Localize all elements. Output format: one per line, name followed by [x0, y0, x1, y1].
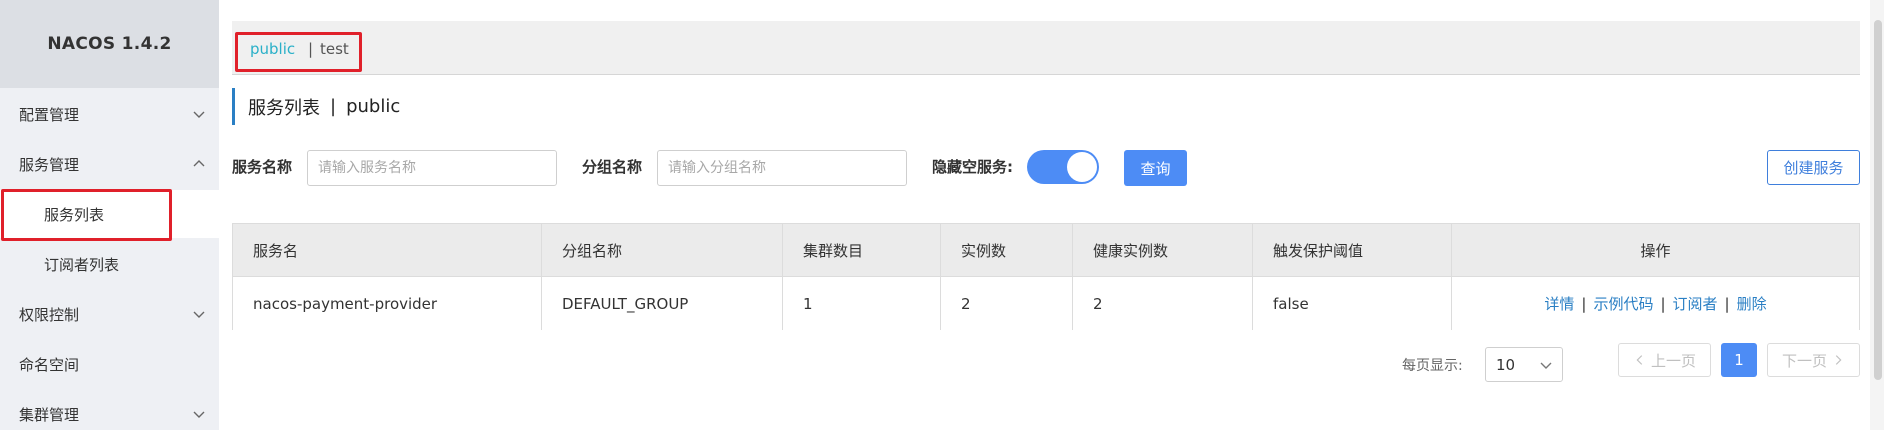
page-title: 服务列表 | public	[232, 88, 400, 125]
group-name-input[interactable]	[657, 150, 907, 186]
column-header: 触发保护阈值	[1253, 224, 1452, 276]
sidebar-item-service[interactable]: 服务管理	[0, 140, 219, 188]
column-header: 服务名	[233, 224, 542, 276]
page-title-text: 服务列表	[248, 97, 320, 119]
page-title-separator: |	[330, 96, 337, 117]
table-row: nacos-payment-provider DEFAULT_GROUP 1 2…	[233, 277, 1859, 330]
namespace-bar	[232, 21, 1860, 75]
sidebar-item-label: 订阅者列表	[44, 255, 120, 274]
group-name-label: 分组名称	[582, 158, 643, 176]
hide-empty-label: 隐藏空服务:	[932, 158, 1013, 176]
cell-service-name: nacos-payment-provider	[233, 277, 542, 330]
sidebar-item-subscriber-list[interactable]: 订阅者列表	[0, 240, 219, 288]
action-separator: |	[1581, 294, 1587, 313]
sidebar-item-namespace[interactable]: 命名空间	[0, 340, 219, 388]
cell-cluster-count: 1	[783, 277, 941, 330]
sidebar-item-label: 服务管理	[19, 155, 80, 174]
page-title-namespace: public	[346, 96, 401, 117]
prev-page-label: 上一页	[1650, 351, 1696, 370]
sidebar-item-label: 集群管理	[19, 405, 80, 424]
cell-healthy-count: 2	[1073, 277, 1253, 330]
cell-protect-threshold: false	[1253, 277, 1452, 330]
subscriber-link[interactable]: 订阅者	[1673, 293, 1718, 314]
cell-group-name: DEFAULT_GROUP	[542, 277, 783, 330]
page-size-value: 10	[1496, 355, 1516, 374]
chevron-down-icon	[1540, 362, 1552, 369]
chevron-left-icon	[1636, 355, 1643, 365]
sidebar-item-label: 配置管理	[19, 105, 80, 124]
sidebar-item-label: 权限控制	[19, 305, 80, 324]
column-header: 健康实例数	[1073, 224, 1253, 276]
sidebar-item-auth[interactable]: 权限控制	[0, 290, 219, 338]
column-header: 集群数目	[783, 224, 941, 276]
sidebar-item-cluster[interactable]: 集群管理	[0, 390, 219, 430]
prev-page-button[interactable]: 上一页	[1618, 343, 1711, 377]
chevron-down-icon	[193, 411, 205, 418]
highlight-box-service-list	[1, 189, 172, 241]
hide-empty-toggle[interactable]	[1027, 150, 1099, 184]
service-name-label: 服务名称	[232, 158, 293, 176]
page-size-select[interactable]: 10	[1485, 347, 1563, 382]
delete-link[interactable]: 删除	[1737, 293, 1767, 314]
action-separator: |	[1724, 294, 1730, 313]
sidebar-item-config[interactable]: 配置管理	[0, 90, 219, 138]
toggle-knob	[1067, 152, 1097, 182]
cell-actions: 详情 | 示例代码 | 订阅者 | 删除	[1452, 277, 1859, 330]
next-page-label: 下一页	[1781, 351, 1827, 370]
column-header: 实例数	[941, 224, 1073, 276]
column-header: 分组名称	[542, 224, 783, 276]
brand: NACOS 1.4.2	[0, 0, 219, 88]
query-button[interactable]: 查询	[1124, 150, 1187, 186]
service-table: 服务名 分组名称 集群数目 实例数 健康实例数 触发保护阈值 操作 nacos-…	[232, 223, 1860, 330]
detail-link[interactable]: 详情	[1544, 293, 1574, 314]
table-header: 服务名 分组名称 集群数目 实例数 健康实例数 触发保护阈值 操作	[233, 224, 1859, 277]
highlight-box-namespace	[235, 32, 362, 72]
chevron-down-icon	[193, 311, 205, 318]
cell-instance-count: 2	[941, 277, 1073, 330]
page-number-current[interactable]: 1	[1721, 343, 1757, 377]
sidebar-item-label: 命名空间	[19, 355, 80, 374]
action-separator: |	[1660, 294, 1666, 313]
chevron-down-icon	[193, 111, 205, 118]
service-name-input[interactable]	[307, 150, 557, 186]
scrollbar-thumb[interactable]	[1874, 20, 1882, 380]
vertical-scrollbar[interactable]	[1870, 0, 1884, 430]
app-title: NACOS 1.4.2	[47, 34, 172, 54]
chevron-up-icon	[193, 160, 205, 167]
page-size-label: 每页显示:	[1402, 358, 1463, 374]
next-page-button[interactable]: 下一页	[1767, 343, 1860, 377]
create-service-button[interactable]: 创建服务	[1767, 150, 1860, 185]
column-header: 操作	[1640, 241, 1671, 260]
sample-code-link[interactable]: 示例代码	[1593, 293, 1653, 314]
chevron-right-icon	[1835, 355, 1842, 365]
